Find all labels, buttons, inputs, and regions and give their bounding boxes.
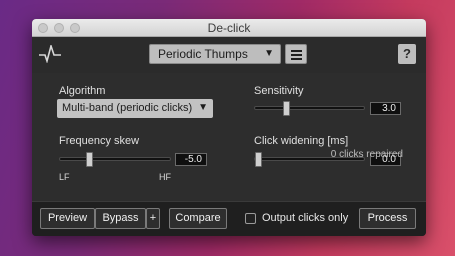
menu-icon xyxy=(291,54,302,56)
controls-panel: Algorithm Multi-band (periodic clicks) ▼… xyxy=(32,73,426,201)
de-click-window: De-click Periodic Thumps ▼ ? Algorithm M… xyxy=(32,19,426,236)
window-title: De-click xyxy=(207,21,251,35)
hf-label: HF xyxy=(159,172,171,182)
algorithm-dropdown[interactable]: Multi-band (periodic clicks) ▼ xyxy=(57,99,213,118)
lf-label: LF xyxy=(59,172,70,182)
menu-icon xyxy=(291,58,302,60)
bypass-button[interactable]: Bypass xyxy=(95,208,146,229)
algorithm-value: Multi-band (periodic clicks) xyxy=(62,102,193,114)
preset-menu-button[interactable] xyxy=(285,44,307,64)
frequency-skew-value-field[interactable]: -5.0 xyxy=(175,153,207,166)
preset-dropdown[interactable]: Periodic Thumps ▼ xyxy=(149,44,281,64)
preset-value: Periodic Thumps xyxy=(158,47,248,61)
sensitivity-slider-thumb[interactable] xyxy=(283,101,290,116)
sensitivity-slider[interactable] xyxy=(254,106,365,110)
header-bar: Periodic Thumps ▼ ? xyxy=(32,37,426,73)
preview-button[interactable]: Preview xyxy=(40,208,95,229)
waveform-logo-icon xyxy=(39,45,61,63)
clicks-repaired-status: 0 clicks repaired xyxy=(330,149,403,160)
frequency-skew-slider-thumb[interactable] xyxy=(86,152,93,167)
compare-button[interactable]: Compare xyxy=(169,208,227,229)
chevron-down-icon: ▼ xyxy=(264,48,274,59)
title-bar: De-click xyxy=(32,19,426,37)
output-clicks-only-label[interactable]: Output clicks only xyxy=(262,212,348,224)
click-widening-label: Click widening [ms] xyxy=(254,135,349,147)
sensitivity-label: Sensitivity xyxy=(254,85,304,97)
frequency-skew-label: Frequency skew xyxy=(59,135,140,147)
sensitivity-value-field[interactable]: 3.0 xyxy=(370,102,401,115)
frequency-skew-slider[interactable] xyxy=(59,157,171,161)
chevron-down-icon: ▼ xyxy=(198,102,208,113)
bypass-plus-button[interactable]: + xyxy=(146,208,160,229)
click-widening-slider-thumb[interactable] xyxy=(255,152,262,167)
output-clicks-only-checkbox[interactable] xyxy=(245,213,256,224)
footer-bar: Preview Bypass + Compare Output clicks o… xyxy=(32,201,426,236)
algorithm-label: Algorithm xyxy=(59,85,106,97)
menu-icon xyxy=(291,50,302,52)
help-button[interactable]: ? xyxy=(398,44,416,64)
process-button[interactable]: Process xyxy=(359,208,416,229)
